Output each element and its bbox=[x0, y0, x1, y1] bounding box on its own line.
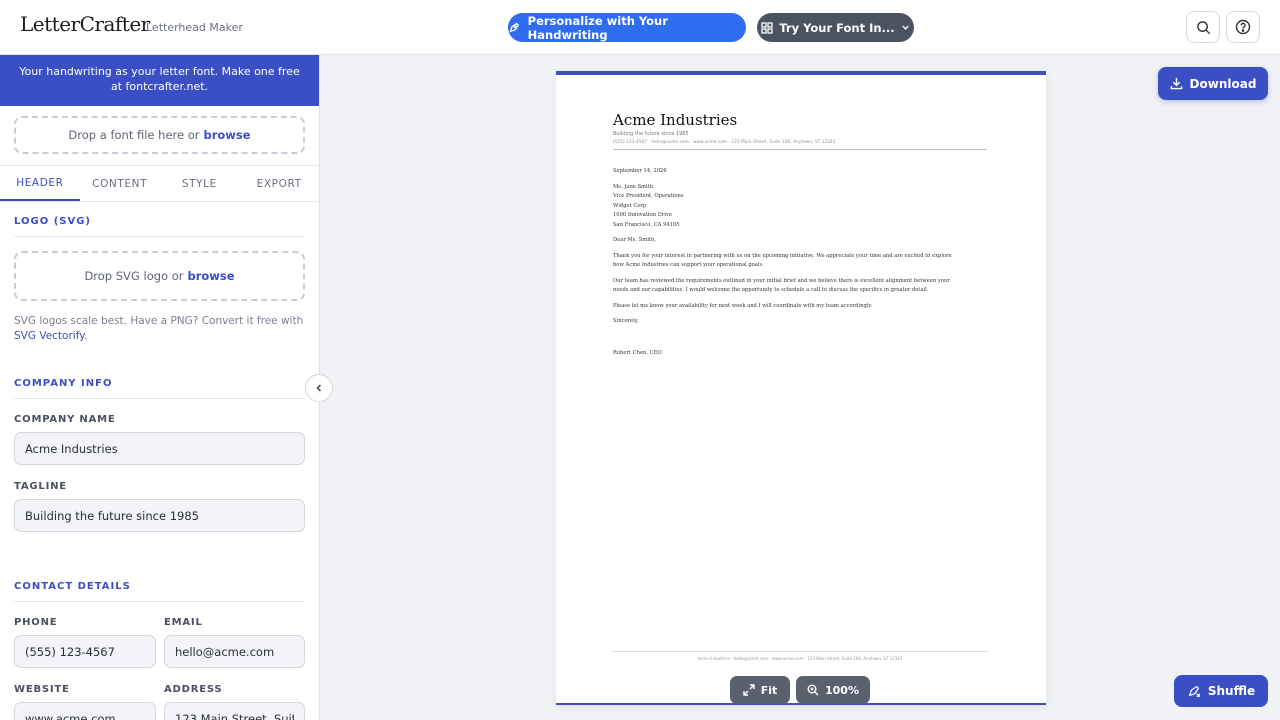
website-input[interactable] bbox=[14, 702, 156, 720]
logo-dropzone[interactable]: Drop SVG logo or browse bbox=[14, 251, 305, 301]
tab-bar: HEADER CONTENT STYLE EXPORT bbox=[0, 165, 319, 202]
letter-paragraph: Please let me know your availability for… bbox=[613, 302, 873, 309]
logo-hint-text: SVG logos scale best. Have a PNG? Conver… bbox=[14, 315, 304, 327]
tab-content[interactable]: CONTENT bbox=[80, 166, 160, 201]
app-logo[interactable]: LetterCrafter bbox=[20, 12, 150, 36]
recipient-line: Widget Corp bbox=[613, 202, 647, 209]
pen-icon bbox=[509, 22, 520, 33]
recipient-line: San Francisco, CA 94105 bbox=[613, 221, 680, 228]
logo-browse-link[interactable]: browse bbox=[187, 269, 234, 283]
search-icon bbox=[1196, 20, 1210, 34]
help-icon bbox=[1235, 19, 1251, 35]
tagline-label: TAGLINE bbox=[14, 481, 67, 492]
company-section-title: COMPANY INFO bbox=[14, 378, 113, 389]
logo-drop-text: Drop SVG logo or bbox=[84, 269, 184, 283]
help-button[interactable] bbox=[1226, 11, 1260, 43]
tab-export[interactable]: EXPORT bbox=[239, 166, 319, 201]
personalize-label: Personalize with Your Handwriting bbox=[527, 13, 668, 42]
promo-banner[interactable]: Your handwriting as your letter font. Ma… bbox=[0, 55, 319, 106]
download-label: Download bbox=[1189, 76, 1257, 91]
divider bbox=[14, 236, 305, 237]
company-name-input[interactable] bbox=[14, 432, 305, 465]
letter-closing: Sincerely, bbox=[613, 318, 639, 324]
tagline-input[interactable] bbox=[14, 499, 305, 532]
contact-section-title: CONTACT DETAILS bbox=[14, 581, 131, 592]
phone-label: PHONE bbox=[14, 617, 58, 628]
svg-vectorify-link[interactable]: SVG Vectorify bbox=[14, 330, 84, 342]
letter-signature: Robert Chen, CEO bbox=[613, 349, 662, 356]
shuffle-button[interactable]: Shuffle bbox=[1174, 675, 1268, 707]
font-browse-link[interactable]: browse bbox=[204, 128, 251, 142]
font-dropzone[interactable]: Drop a font file here or browse bbox=[14, 116, 305, 154]
logo-section-title: LOGO (SVG) bbox=[14, 216, 91, 227]
collapse-sidebar-button[interactable] bbox=[305, 374, 333, 402]
shuffle-icon bbox=[1188, 685, 1200, 697]
tab-header[interactable]: HEADER bbox=[0, 166, 80, 201]
try-font-button[interactable]: Try Your Font In... bbox=[757, 13, 914, 42]
letterhead-tagline: Building the future since 1985 bbox=[613, 131, 689, 137]
zoom-icon bbox=[807, 684, 819, 696]
sidebar: Your handwriting as your letter font. Ma… bbox=[0, 55, 320, 720]
fit-label: Fit bbox=[760, 683, 778, 697]
zoom-button[interactable]: 100% bbox=[796, 676, 870, 704]
letter-preview-page: Acme Industries Building the future sinc… bbox=[556, 71, 1046, 705]
expand-icon bbox=[743, 684, 755, 696]
divider bbox=[14, 601, 305, 602]
footer-rule bbox=[613, 651, 987, 652]
app-subtitle: Letterhead Maker bbox=[146, 21, 243, 34]
address-label: ADDRESS bbox=[164, 684, 223, 695]
letterhead-company-name: Acme Industries bbox=[613, 111, 738, 129]
letter-date: September 14, 2026 bbox=[613, 168, 667, 174]
letter-recipient: Ms. Jane Smith Vice President, Operation… bbox=[613, 183, 963, 231]
chevron-left-icon bbox=[316, 384, 322, 392]
search-button[interactable] bbox=[1186, 11, 1220, 43]
recipient-line: Ms. Jane Smith bbox=[613, 183, 654, 190]
try-font-label: Try Your Font In... bbox=[779, 20, 895, 35]
phone-input[interactable] bbox=[14, 635, 156, 668]
letter-body: September 14, 2026 Ms. Jane Smith Vice P… bbox=[613, 167, 963, 364]
letterhead-rule bbox=[613, 149, 987, 150]
recipient-line: Vice President, Operations bbox=[613, 193, 684, 199]
letter-paragraph: Thank you for your interest in partnerin… bbox=[613, 252, 952, 269]
letter-paragraph: Our team has reviewed the requirements o… bbox=[613, 277, 950, 294]
email-label: EMAIL bbox=[164, 617, 203, 628]
website-label: WEBSITE bbox=[14, 684, 70, 695]
address-input[interactable] bbox=[164, 702, 305, 720]
font-drop-text: Drop a font file here or bbox=[68, 128, 200, 142]
email-input[interactable] bbox=[164, 635, 305, 668]
grid-icon bbox=[761, 21, 773, 34]
letter-salutation: Dear Ms. Smith, bbox=[613, 237, 656, 243]
fit-button[interactable]: Fit bbox=[730, 676, 790, 704]
letter-footer: Acme Industries · hello@acme.com · www.a… bbox=[697, 656, 903, 661]
download-button[interactable]: Download bbox=[1158, 67, 1268, 100]
recipient-line: 1000 Innovation Drive bbox=[613, 212, 672, 218]
letterhead-contact-line: (555) 123-4567 · hello@acme.com · www.ac… bbox=[613, 139, 836, 144]
chevron-down-icon bbox=[901, 25, 909, 30]
tab-style[interactable]: STYLE bbox=[160, 166, 240, 201]
logo-hint-end: . bbox=[83, 330, 88, 342]
shuffle-label: Shuffle bbox=[1207, 684, 1256, 698]
company-name-label: COMPANY NAME bbox=[14, 414, 116, 425]
top-bar: LetterCrafter Letterhead Maker Personali… bbox=[0, 0, 1280, 55]
download-icon bbox=[1170, 77, 1182, 90]
logo-hint: SVG logos scale best. Have a PNG? Conver… bbox=[14, 314, 306, 344]
divider bbox=[14, 398, 305, 399]
personalize-handwriting-button[interactable]: Personalize with Your Handwriting bbox=[508, 13, 746, 42]
zoom-label: 100% bbox=[825, 683, 859, 697]
